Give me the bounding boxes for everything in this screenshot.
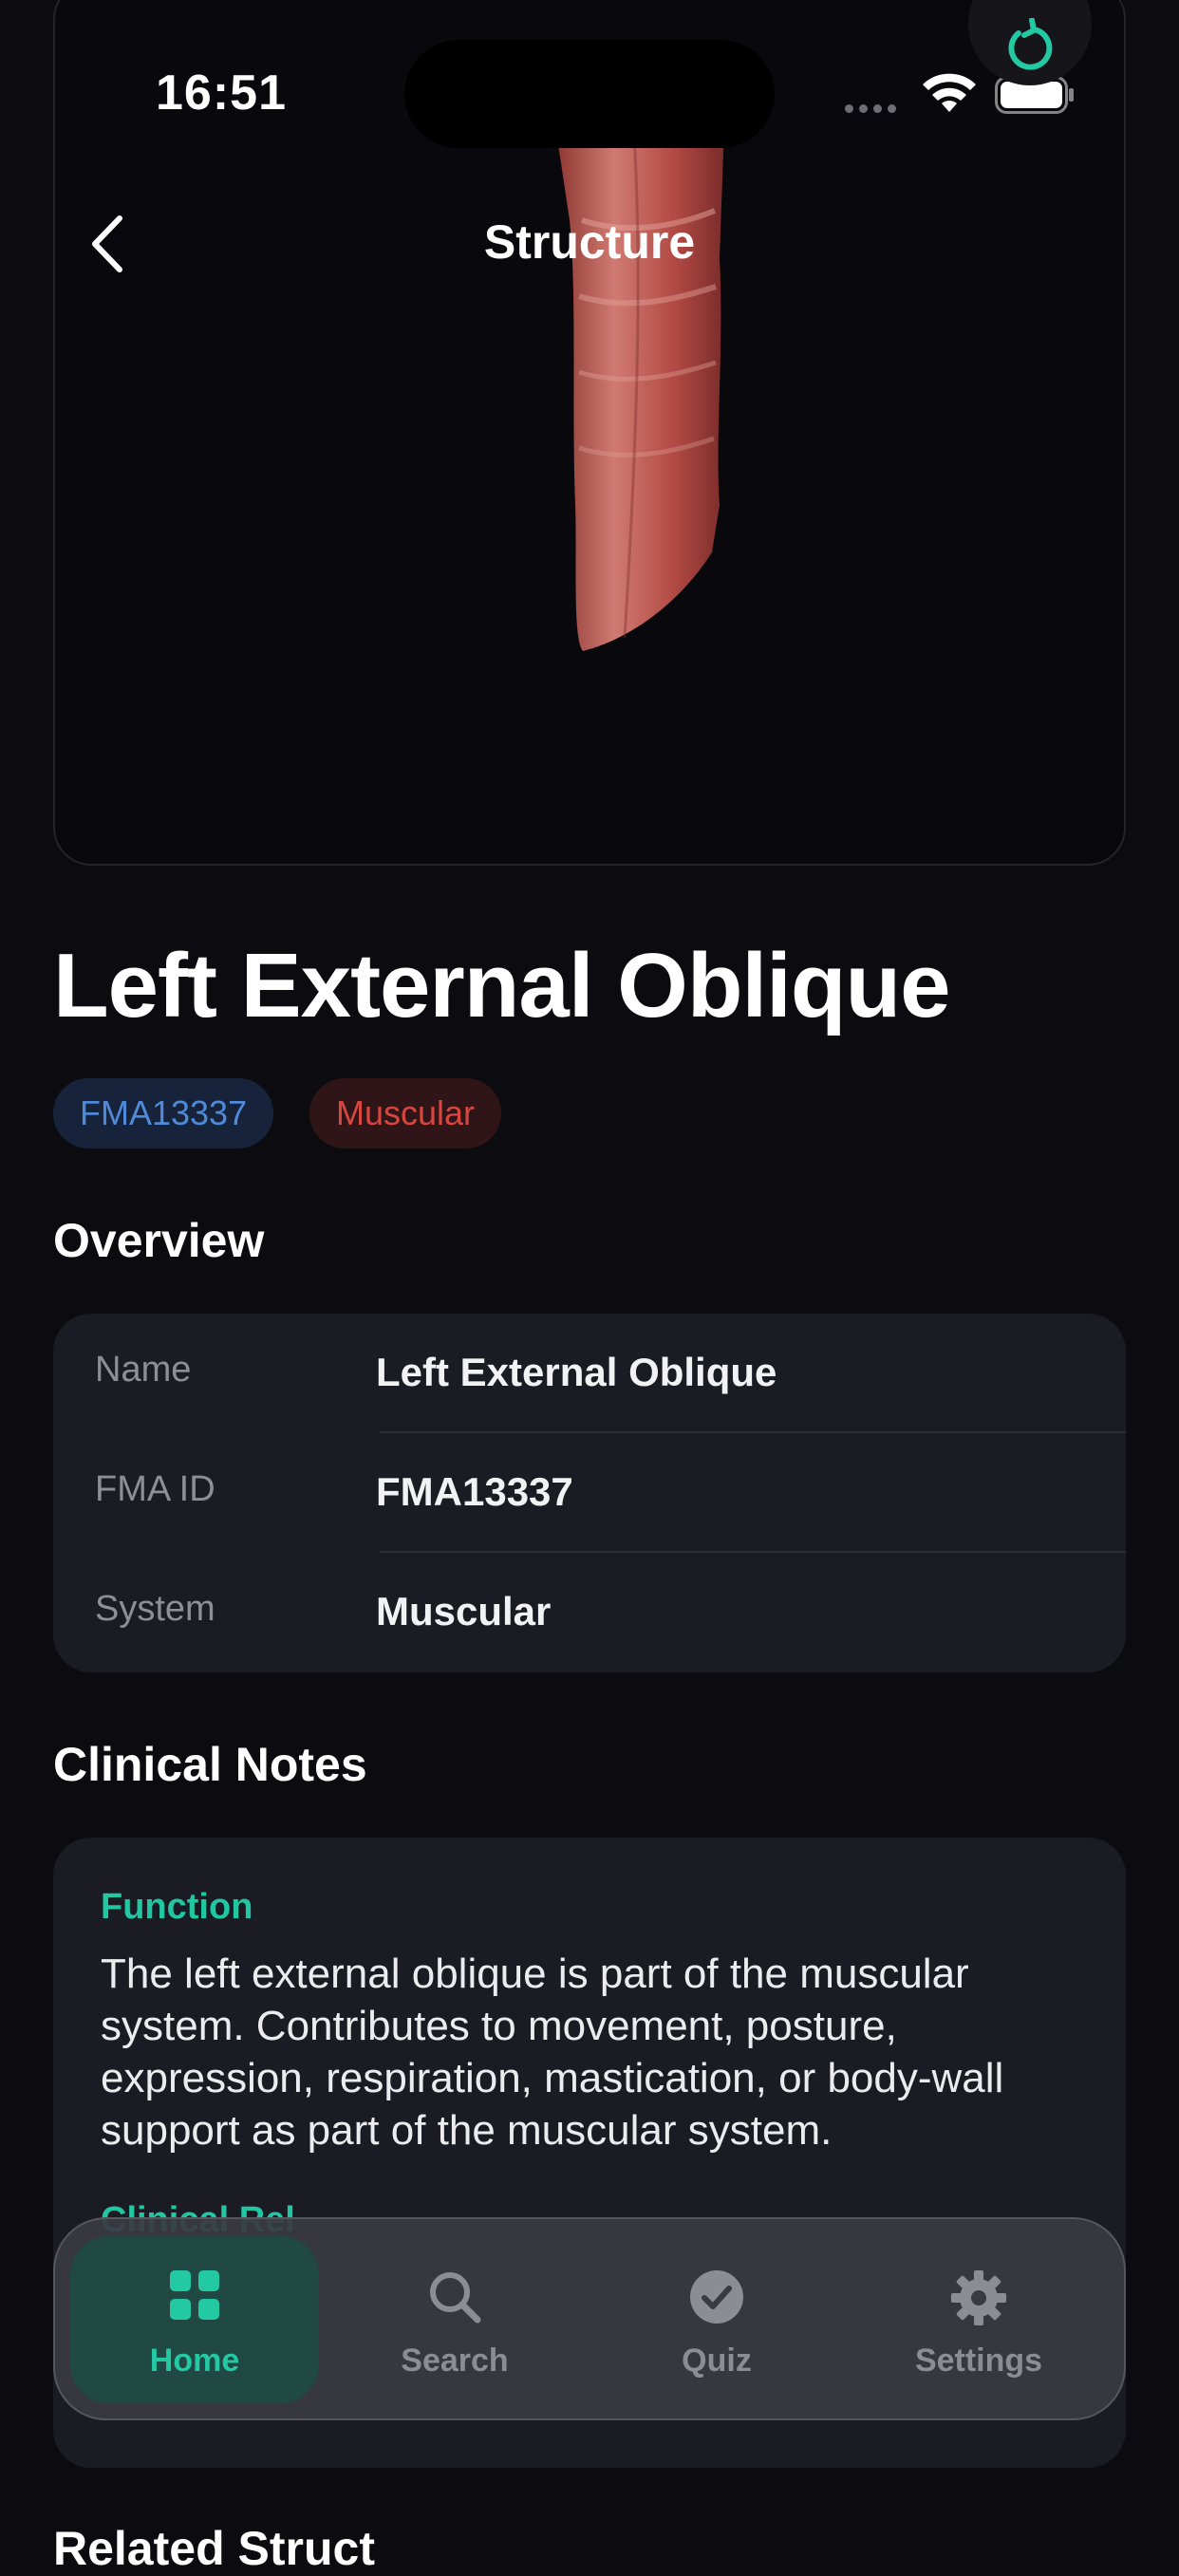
checkmark-circle-icon [690, 2270, 743, 2324]
tab-label: Settings [914, 2343, 1043, 2379]
tab-bar: Home Search Quiz Settings [53, 2217, 1126, 2420]
related-structures-heading: Related Struct [53, 2522, 375, 2575]
overview-row-system: System Muscular [53, 1553, 1126, 1672]
tab-home[interactable]: Home [70, 2236, 319, 2403]
function-label: Function [101, 1887, 253, 1927]
tab-label: Search [401, 2343, 509, 2379]
tab-label: Home [149, 2343, 240, 2379]
overview-row-name: Name Left External Oblique [53, 1314, 1126, 1433]
nav-title: Structure [483, 215, 696, 269]
tab-label: Quiz [682, 2343, 752, 2379]
signal-icon [845, 101, 902, 118]
muscle-model-image[interactable] [492, 106, 777, 676]
grid-icon [170, 2270, 219, 2320]
overview-key: Name [95, 1350, 192, 1390]
clinical-notes-heading: Clinical Notes [53, 1738, 367, 1791]
status-time: 16:51 [156, 65, 287, 121]
overview-key: System [95, 1589, 215, 1629]
tab-quiz[interactable]: Quiz [592, 2236, 841, 2403]
function-text: The left external oblique is part of the… [101, 1951, 1004, 2154]
overview-heading: Overview [53, 1214, 265, 1267]
rotate-reset-icon [1008, 18, 1053, 70]
overview-card: Name Left External Oblique FMA ID FMA133… [53, 1314, 1126, 1672]
dynamic-island [404, 40, 775, 148]
structure-title: Left External Oblique [53, 935, 950, 1036]
search-icon [430, 2272, 481, 2324]
overview-value: Left External Oblique [376, 1350, 777, 1394]
wifi-icon [923, 73, 976, 112]
overview-value: FMA13337 [376, 1469, 573, 1514]
fma-id-chip: FMA13337 [53, 1078, 274, 1148]
system-chip: Muscular [309, 1078, 502, 1148]
tab-search[interactable]: Search [330, 2236, 579, 2403]
overview-value: Muscular [376, 1589, 552, 1633]
overview-row-fma-id: FMA ID FMA13337 [53, 1433, 1126, 1553]
gear-icon [951, 2270, 1006, 2325]
overview-key: FMA ID [95, 1469, 215, 1509]
tab-settings[interactable]: Settings [854, 2236, 1103, 2403]
